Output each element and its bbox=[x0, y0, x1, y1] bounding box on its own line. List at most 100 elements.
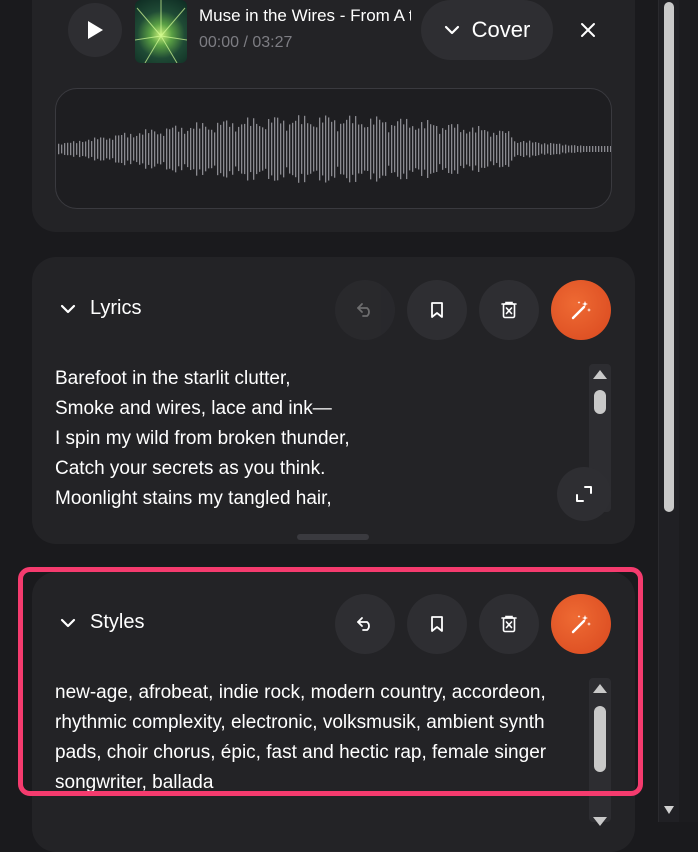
waveform-bar bbox=[244, 123, 246, 175]
waveform-bar bbox=[601, 146, 603, 152]
waveform-bar bbox=[523, 140, 525, 158]
lyrics-header[interactable]: Lyrics bbox=[60, 297, 141, 320]
waveform-bar bbox=[139, 133, 141, 165]
styles-undo-button[interactable] bbox=[335, 594, 395, 654]
scroll-thumb[interactable] bbox=[594, 390, 606, 414]
waveform-bar bbox=[121, 135, 123, 163]
waveform-bar bbox=[334, 120, 336, 178]
waveform-bar bbox=[436, 126, 438, 172]
scroll-up-arrow[interactable] bbox=[593, 370, 607, 379]
waveform-bar bbox=[508, 131, 510, 167]
lyrics-delete-button[interactable] bbox=[479, 280, 539, 340]
waveform-bar bbox=[145, 129, 147, 169]
waveform-bar bbox=[172, 127, 174, 171]
expand-icon bbox=[576, 486, 592, 502]
waveform-bar bbox=[400, 118, 402, 180]
waveform-bar bbox=[430, 124, 432, 174]
waveform-bar bbox=[115, 135, 117, 163]
lyrics-textarea[interactable]: Barefoot in the starlit clutter, Smoke a… bbox=[55, 364, 580, 514]
waveform-bar bbox=[103, 137, 105, 161]
waveform-bar bbox=[214, 132, 216, 166]
styles-header[interactable]: Styles bbox=[60, 611, 144, 634]
waveform-bar bbox=[604, 146, 606, 152]
waveform-bar bbox=[340, 123, 342, 175]
scroll-down-arrow[interactable] bbox=[664, 806, 674, 814]
waveform-bar bbox=[178, 131, 180, 167]
scroll-up-arrow[interactable] bbox=[593, 684, 607, 693]
waveform-bar bbox=[247, 117, 249, 181]
waveform-bar bbox=[448, 124, 450, 174]
undo-icon bbox=[357, 303, 370, 317]
waveform-bar bbox=[136, 135, 138, 163]
waveform-bar bbox=[361, 124, 363, 174]
waveform-bar bbox=[391, 125, 393, 173]
styles-scrollbar[interactable] bbox=[589, 678, 611, 826]
waveform-bar bbox=[352, 123, 354, 175]
styles-generate-button[interactable] bbox=[551, 594, 611, 654]
waveform-bar bbox=[58, 143, 60, 155]
waveform-bar bbox=[427, 120, 429, 178]
waveform-bar bbox=[433, 125, 435, 173]
waveform-bar bbox=[475, 132, 477, 166]
waveform-bar bbox=[262, 127, 264, 171]
lyrics-expand-button[interactable] bbox=[557, 467, 611, 521]
waveform-bar bbox=[331, 121, 333, 177]
waveform-bar bbox=[535, 142, 537, 156]
waveform-bar bbox=[73, 141, 75, 157]
waveform-bar bbox=[130, 133, 132, 165]
waveform-bar bbox=[355, 116, 357, 182]
waveform-bar bbox=[502, 131, 504, 167]
waveform-bar bbox=[415, 129, 417, 169]
play-button[interactable] bbox=[68, 3, 122, 57]
waveform-bar bbox=[169, 129, 171, 169]
waveform-bar bbox=[301, 124, 303, 174]
waveform-bar bbox=[271, 122, 273, 176]
bookmark-icon bbox=[431, 302, 443, 318]
styles-textarea[interactable]: new-age, afrobeat, indie rock, modern co… bbox=[55, 678, 585, 798]
waveform-bar bbox=[280, 123, 282, 175]
waveform-bar bbox=[82, 141, 84, 157]
waveform-bar bbox=[310, 124, 312, 174]
scroll-thumb[interactable] bbox=[594, 706, 606, 772]
waveform-bar bbox=[346, 119, 348, 179]
waveform-bar bbox=[409, 127, 411, 171]
waveform-bar bbox=[298, 115, 300, 183]
waveform-bar bbox=[553, 143, 555, 155]
window-scroll-thumb[interactable] bbox=[664, 2, 674, 512]
waveform-bar bbox=[445, 129, 447, 169]
window-scrollbar[interactable] bbox=[658, 0, 698, 822]
waveform-bar bbox=[337, 131, 339, 167]
waveform-bar bbox=[307, 123, 309, 175]
waveform-bar bbox=[406, 118, 408, 180]
waveform-bar bbox=[91, 141, 93, 157]
waveform-bar bbox=[517, 142, 519, 156]
waveform-bar bbox=[193, 128, 195, 170]
lyrics-undo-button[interactable] bbox=[335, 280, 395, 340]
close-button[interactable] bbox=[566, 8, 610, 52]
styles-bookmark-button[interactable] bbox=[407, 594, 467, 654]
waveform-bar bbox=[67, 142, 69, 156]
styles-delete-button[interactable] bbox=[479, 594, 539, 654]
waveform-bar bbox=[412, 126, 414, 172]
waveform-bar bbox=[184, 133, 186, 165]
waveform-bar bbox=[568, 145, 570, 153]
waveform-bar bbox=[541, 144, 543, 154]
track-time: 00:00 / 03:27 bbox=[199, 34, 293, 51]
waveform-bar bbox=[277, 117, 279, 181]
waveform[interactable] bbox=[55, 88, 612, 209]
lyrics-generate-button[interactable] bbox=[551, 280, 611, 340]
chevron-down-icon bbox=[60, 304, 76, 313]
waveform-bar bbox=[148, 133, 150, 165]
waveform-bar bbox=[304, 115, 306, 183]
waveform-bar bbox=[205, 126, 207, 172]
cover-button[interactable]: Cover bbox=[421, 0, 553, 60]
lyrics-bookmark-button[interactable] bbox=[407, 280, 467, 340]
waveform-bar bbox=[97, 139, 99, 159]
waveform-bar bbox=[88, 139, 90, 159]
waveform-bar bbox=[313, 126, 315, 172]
waveform-bar bbox=[565, 144, 567, 154]
resize-handle[interactable] bbox=[297, 534, 369, 540]
waveform-bar bbox=[190, 127, 192, 171]
waveform-bar bbox=[442, 128, 444, 170]
waveform-bar bbox=[478, 126, 480, 172]
